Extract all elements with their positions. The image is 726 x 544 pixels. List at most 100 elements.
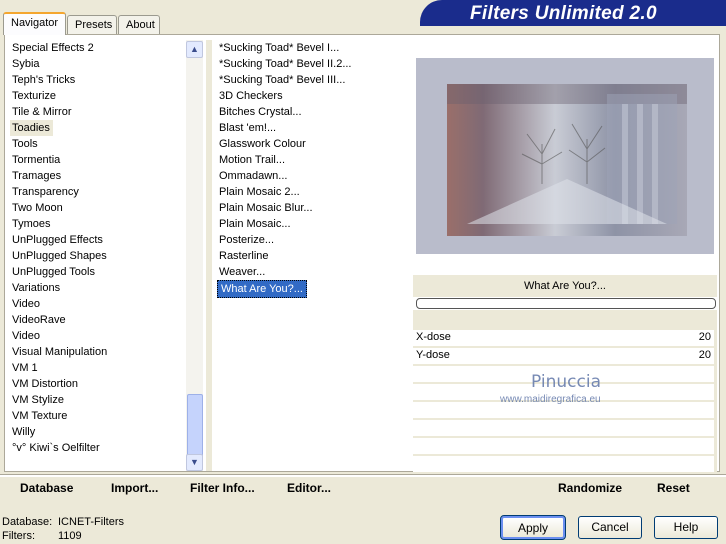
list-item[interactable]: UnPlugged Shapes [10, 248, 185, 264]
list-item-label: VM Texture [12, 410, 68, 422]
list-item[interactable]: Bitches Crystal... [217, 104, 407, 120]
param-label: Y-dose [416, 349, 450, 361]
list-item-label: 3D Checkers [219, 90, 283, 102]
list-item[interactable]: Plain Mosaic... [217, 216, 407, 232]
list-item[interactable]: Variations [10, 280, 185, 296]
list-item[interactable]: *Sucking Toad* Bevel I... [217, 40, 407, 56]
watermark-url: www.maidiregrafica.eu [500, 394, 601, 405]
database-button[interactable]: Database [20, 481, 73, 495]
list-item[interactable]: Texturize [10, 88, 185, 104]
param-row-empty [413, 456, 714, 472]
list-item[interactable]: Willy [10, 424, 185, 440]
list-item[interactable]: VideoRave [10, 312, 185, 328]
list-item-label: UnPlugged Shapes [12, 250, 107, 262]
database-value: ICNET-Filters [58, 516, 124, 528]
scroll-down-icon[interactable]: ▼ [186, 454, 203, 471]
list-item[interactable]: Toadies [10, 120, 185, 136]
list-item[interactable]: Weaver... [217, 264, 407, 280]
reset-button[interactable]: Reset [657, 481, 690, 495]
list-item[interactable]: Tramages [10, 168, 185, 184]
param-row-y-dose[interactable]: Y-dose 20 [413, 348, 714, 364]
list-item[interactable]: Tormentia [10, 152, 185, 168]
import-button[interactable]: Import... [111, 481, 158, 495]
list-item[interactable]: *Sucking Toad* Bevel III... [217, 72, 407, 88]
list-item[interactable]: Tile & Mirror [10, 104, 185, 120]
list-item[interactable]: UnPlugged Effects [10, 232, 185, 248]
filters-count-value: 1109 [58, 530, 82, 542]
list-item[interactable]: Video [10, 296, 185, 312]
filter-name-label: What Are You?... [524, 280, 606, 292]
list-item[interactable]: VM Stylize [10, 392, 185, 408]
list-item-label: Ommadawn... [219, 170, 288, 182]
list-item[interactable]: Motion Trail... [217, 152, 407, 168]
list-item[interactable]: Posterize... [217, 232, 407, 248]
category-list[interactable]: Special Effects 2 Sybia Teph's Tricks Textu… [10, 40, 185, 471]
editor-button[interactable]: Editor... [287, 481, 331, 495]
param-value[interactable]: 20 [699, 349, 711, 361]
list-item[interactable]: VM 1 [10, 360, 185, 376]
randomize-button[interactable]: Randomize [558, 481, 622, 495]
param-row-empty [413, 420, 714, 436]
list-item[interactable]: °v° Kiwi`s Oelfilter [10, 440, 185, 456]
list-item-label: Texturize [12, 90, 57, 102]
list-item[interactable]: Sybia [10, 56, 185, 72]
list-item[interactable]: VM Distortion [10, 376, 185, 392]
apply-button[interactable]: Apply [500, 515, 566, 540]
list-item[interactable]: Rasterline [217, 248, 407, 264]
list-item-label: Two Moon [12, 202, 63, 214]
list-item-label: Visual Manipulation [12, 346, 108, 358]
app-title: Filters Unlimited 2.0 [470, 3, 657, 24]
filter-list[interactable]: *Sucking Toad* Bevel I... *Sucking Toad* … [217, 40, 407, 471]
list-item[interactable]: Video [10, 328, 185, 344]
database-label: Database: [2, 516, 53, 528]
filter-name-bar: What Are You?... [413, 275, 717, 297]
list-item[interactable]: 3D Checkers [217, 88, 407, 104]
cancel-button[interactable]: Cancel [578, 516, 642, 539]
scroll-thumb[interactable] [187, 394, 203, 458]
list-item-label: Tramages [12, 170, 62, 182]
list-item-label: Posterize... [219, 234, 275, 246]
tab-navigator[interactable]: Navigator [3, 12, 66, 35]
list-item[interactable]: Blast 'em!... [217, 120, 407, 136]
list-item[interactable]: Special Effects 2 [10, 40, 185, 56]
list-item[interactable]: Glasswork Colour [217, 136, 407, 152]
list-item-label: *Sucking Toad* Bevel III... [219, 74, 346, 86]
list-item-label: Motion Trail... [219, 154, 286, 166]
list-item[interactable]: Plain Mosaic Blur... [217, 200, 407, 216]
list-item[interactable]: UnPlugged Tools [10, 264, 185, 280]
list-item-label: Plain Mosaic Blur... [219, 202, 313, 214]
list-item[interactable]: Plain Mosaic 2... [217, 184, 407, 200]
divider [0, 474, 726, 477]
list-item[interactable]: VM Texture [10, 408, 185, 424]
list-item-label: What Are You?... [217, 280, 307, 298]
list-item[interactable]: Teph's Tricks [10, 72, 185, 88]
tab-about[interactable]: About [118, 15, 160, 34]
list-item-label: Blast 'em!... [219, 122, 277, 134]
list-item[interactable]: Two Moon [10, 200, 185, 216]
filters-count-label: Filters: [2, 530, 35, 542]
list-item-label: VM 1 [12, 362, 38, 374]
list-item[interactable]: Transparency [10, 184, 185, 200]
list-item[interactable]: Visual Manipulation [10, 344, 185, 360]
watermark-name: Pinuccia [531, 372, 601, 392]
param-row-x-dose[interactable]: X-dose 20 [413, 330, 714, 346]
list-item[interactable]: Tools [10, 136, 185, 152]
param-label: X-dose [416, 331, 451, 343]
list-item-label: Tools [12, 138, 38, 150]
list-item[interactable]: *Sucking Toad* Bevel II.2... [217, 56, 407, 72]
list-item-label: Glasswork Colour [219, 138, 306, 150]
list-item[interactable]: What Are You?... [217, 280, 407, 298]
list-separator [206, 40, 212, 471]
list-item-label: Variations [12, 282, 61, 294]
list-item-label: Weaver... [219, 266, 266, 278]
help-button[interactable]: Help [654, 516, 718, 539]
param-value[interactable]: 20 [699, 331, 711, 343]
list-item[interactable]: Ommadawn... [217, 168, 407, 184]
category-scrollbar[interactable]: ▲ ▼ [186, 40, 203, 471]
list-item-label: Tormentia [12, 154, 61, 166]
list-item[interactable]: Tymoes [10, 216, 185, 232]
tab-presets[interactable]: Presets [67, 15, 117, 34]
list-item-label: UnPlugged Tools [12, 266, 95, 278]
scroll-up-icon[interactable]: ▲ [186, 41, 203, 58]
filter-info-button[interactable]: Filter Info... [190, 481, 255, 495]
